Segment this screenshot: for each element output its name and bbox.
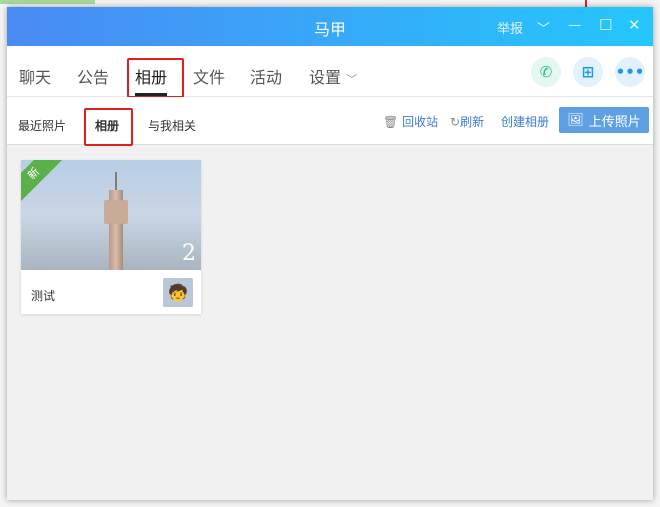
chevron-down-icon[interactable]: ﹀	[537, 18, 550, 37]
title-bar: 马甲 举报 ﹀ — ☐ ✕	[7, 7, 653, 46]
more-icon[interactable]: •••	[615, 57, 645, 87]
tab-settings-label: 设置	[309, 68, 342, 87]
create-album-button[interactable]: 创建相册	[501, 113, 549, 130]
highlight-box	[84, 108, 133, 146]
creator-avatar: 🧒	[163, 278, 193, 307]
refresh-label: 刷新	[460, 115, 485, 129]
album-card[interactable]: 新 2 测试 🧒	[21, 160, 201, 314]
recycle-bin-button[interactable]: 🗑 回收站	[383, 113, 438, 130]
message-plus-icon[interactable]: ⊞	[573, 57, 603, 87]
photo-count: 2	[182, 241, 196, 266]
sub-toolbar: 最近照片 相册 与我相关 🗑 回收站 ↻刷新 创建相册 🖼 上传照片	[7, 97, 653, 146]
subtab-recent-photos[interactable]: 最近照片	[18, 117, 66, 134]
upload-label: 上传照片	[588, 114, 641, 130]
group-window: 马甲 举报 ﹀ — ☐ ✕ 聊天 公告 相册 文件 活动 设置 ﹀ ✆ ⊞ ••…	[7, 7, 653, 500]
tab-settings[interactable]: 设置 ﹀	[309, 64, 357, 88]
image-upload-icon: 🖼	[567, 112, 584, 128]
chevron-down-icon: ﹀	[346, 73, 358, 86]
tab-files[interactable]: 文件	[193, 64, 225, 88]
refresh-icon: ↻	[450, 115, 461, 129]
phone-icon[interactable]: ✆	[531, 57, 561, 87]
album-cover: 新 2	[21, 160, 201, 270]
refresh-button[interactable]: ↻刷新	[450, 113, 484, 130]
trash-icon: 🗑	[383, 115, 399, 129]
tab-activity[interactable]: 活动	[250, 64, 282, 88]
tab-chat[interactable]: 聊天	[19, 64, 51, 88]
minimize-button[interactable]: —	[568, 18, 581, 33]
report-button[interactable]: 举报	[497, 18, 523, 37]
tab-announcement[interactable]: 公告	[77, 64, 109, 88]
recycle-label: 回收站	[402, 115, 439, 129]
new-badge: 新	[21, 160, 66, 206]
subtab-related-to-me[interactable]: 与我相关	[148, 117, 196, 134]
highlight-box	[127, 58, 184, 98]
album-name: 测试	[31, 289, 56, 303]
close-button[interactable]: ✕	[628, 16, 641, 34]
background-decoration	[0, 0, 95, 4]
maximize-button[interactable]: ☐	[599, 16, 612, 34]
upload-photos-button[interactable]: 🖼 上传照片	[559, 107, 649, 133]
window-title: 马甲	[313, 20, 346, 39]
main-tabs: 聊天 公告 相册 文件 活动 设置 ﹀ ✆ ⊞ •••	[7, 46, 653, 98]
tower-image	[104, 200, 128, 224]
